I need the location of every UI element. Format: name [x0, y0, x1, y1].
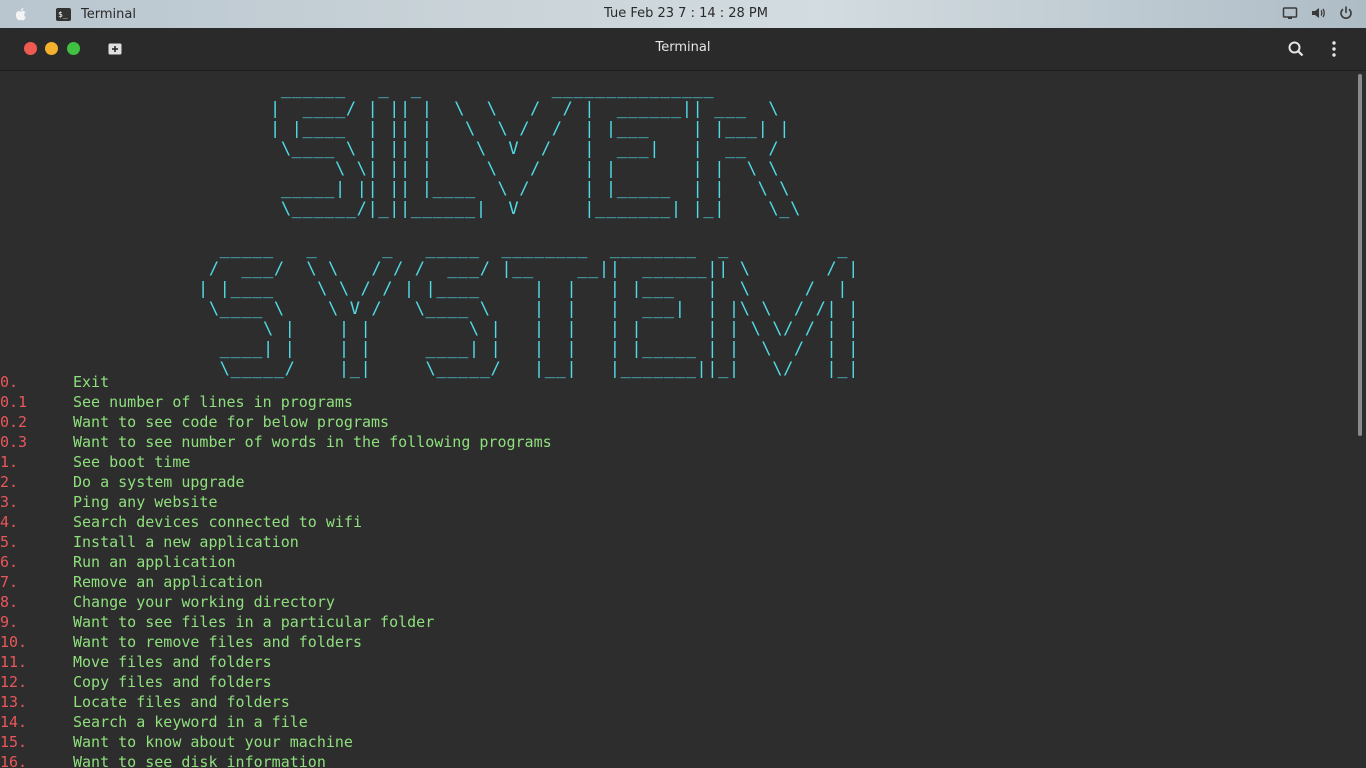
- menu-item-number: 3.: [0, 493, 19, 511]
- window-title: Terminal: [655, 40, 711, 55]
- menu-item: 10. Want to remove files and folders: [0, 632, 552, 652]
- menu-item: 8. Change your working directory: [0, 592, 552, 612]
- menu-item-number: 16.: [0, 753, 28, 768]
- menu-item: 15. Want to know about your machine: [0, 732, 552, 752]
- menu-item: 4. Search devices connected to wifi: [0, 512, 552, 532]
- active-app[interactable]: $_ Terminal: [56, 6, 136, 22]
- menu-item-label: Want to remove files and folders: [73, 633, 362, 651]
- screen-icon[interactable]: [1282, 5, 1298, 21]
- terminal-app-icon: $_: [56, 7, 71, 21]
- power-icon[interactable]: [1338, 5, 1354, 21]
- menu-item-number: 0.3: [0, 433, 28, 451]
- menu-item-number: 1.: [0, 453, 19, 471]
- menu-item-label: Do a system upgrade: [73, 473, 245, 491]
- menu-item-label: Change your working directory: [73, 593, 335, 611]
- terminal-output[interactable]: ______ _ _ _______________ | ____/ | || …: [0, 71, 1356, 768]
- menu-item-number: 6.: [0, 553, 19, 571]
- menu-item: 0.1 See number of lines in programs: [0, 392, 552, 412]
- search-icon[interactable]: [1287, 40, 1305, 58]
- menu-item: 11. Move files and folders: [0, 652, 552, 672]
- menu-item: 13. Locate files and folders: [0, 692, 552, 712]
- terminal-scrollbar[interactable]: [1358, 74, 1362, 436]
- menu-item: 1. See boot time: [0, 452, 552, 472]
- menu-item-number: 0.1: [0, 393, 28, 411]
- menu-item: 0. Exit: [0, 372, 552, 392]
- menu-item: 0.3 Want to see number of words in the fo…: [0, 432, 552, 452]
- menu-item-number: 7.: [0, 573, 19, 591]
- menu-item-label: Want to see code for below programs: [73, 413, 390, 431]
- menu-item-number: 12.: [0, 673, 28, 691]
- menu-item: 9. Want to see files in a particular fold…: [0, 612, 552, 632]
- menu-item: 12. Copy files and folders: [0, 672, 552, 692]
- ascii-banner-system: _____ _ _ _____ ________ ________ _ _ / …: [198, 239, 859, 379]
- menu-item-label: Want to see disk information: [73, 753, 326, 768]
- menu-item-label: Want to see number of words in the follo…: [73, 433, 552, 451]
- menu-item-number: 13.: [0, 693, 28, 711]
- menu-item-label: Remove an application: [73, 573, 263, 591]
- system-tray: [1282, 5, 1354, 21]
- top-panel: $_ Terminal Tue Feb 23 7 : 14 : 28 PM: [0, 0, 1366, 28]
- menu-item-number: 5.: [0, 533, 19, 551]
- menu-item-number: 9.: [0, 613, 19, 631]
- menu-item-label: Locate files and folders: [73, 693, 290, 711]
- menu-item-label: Want to know about your machine: [73, 733, 353, 751]
- menu-item: 6. Run an application: [0, 552, 552, 572]
- kebab-menu-icon[interactable]: [1325, 40, 1343, 58]
- menu-item: 3. Ping any website: [0, 492, 552, 512]
- menu-item-label: Move files and folders: [73, 653, 272, 671]
- menu-item: 7. Remove an application: [0, 572, 552, 592]
- menu-item-number: 4.: [0, 513, 19, 531]
- window-header: Terminal: [0, 28, 1366, 71]
- menu-item: 14. Search a keyword in a file: [0, 712, 552, 732]
- menu-item-label: Install a new application: [73, 533, 299, 551]
- menu-item-label: Copy files and folders: [73, 673, 272, 691]
- menu-item-number: 14.: [0, 713, 28, 731]
- ascii-banner-silver: ______ _ _ _______________ | ____/ | || …: [270, 79, 801, 219]
- menu-item-number: 0.2: [0, 413, 28, 431]
- menu-item-label: Want to see files in a particular folder: [73, 613, 435, 631]
- menu-item-label: Exit: [73, 373, 110, 391]
- menu-list: 0. Exit 0.1 See number of lines in program…: [0, 372, 552, 768]
- menu-item-number: 0.: [0, 373, 19, 391]
- menu-item-number: 10.: [0, 633, 28, 651]
- clock[interactable]: Tue Feb 23 7 : 14 : 28 PM: [604, 6, 768, 21]
- menu-item-label: See boot time: [73, 453, 191, 471]
- menu-item-number: 11.: [0, 653, 28, 671]
- menu-item: 2. Do a system upgrade: [0, 472, 552, 492]
- menu-item-label: Run an application: [73, 553, 236, 571]
- volume-icon[interactable]: [1310, 5, 1326, 21]
- active-app-name: Terminal: [81, 6, 136, 22]
- menu-item-label: Search devices connected to wifi: [73, 513, 362, 531]
- menu-item-label: See number of lines in programs: [73, 393, 353, 411]
- menu-item-label: Search a keyword in a file: [73, 713, 308, 731]
- apple-icon[interactable]: [13, 6, 29, 22]
- menu-item-number: 15.: [0, 733, 28, 751]
- menu-item: 0.2 Want to see code for below programs: [0, 412, 552, 432]
- menu-item: 5. Install a new application: [0, 532, 552, 552]
- menu-item: 16. Want to see disk information: [0, 752, 552, 768]
- menu-item-number: 2.: [0, 473, 19, 491]
- menu-item-label: Ping any website: [73, 493, 218, 511]
- menu-item-number: 8.: [0, 593, 19, 611]
